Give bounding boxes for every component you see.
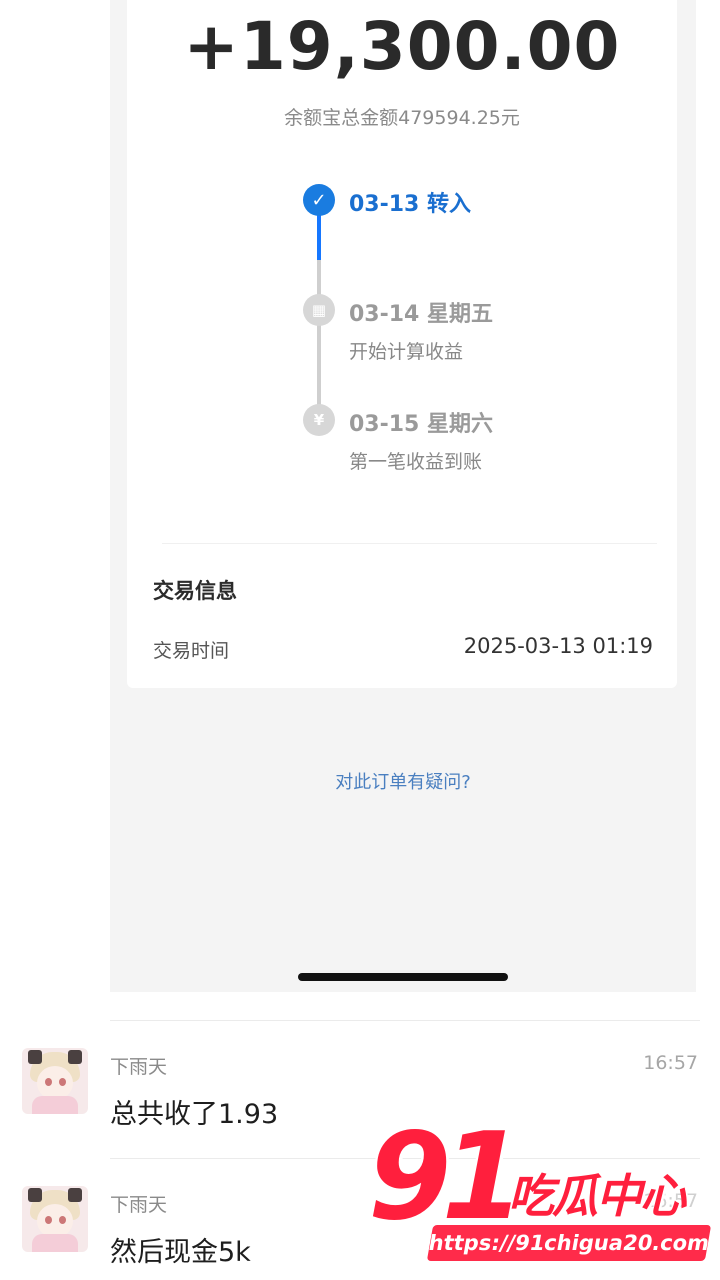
message-sender: 下雨天 bbox=[110, 1056, 168, 1078]
message-sender: 下雨天 bbox=[110, 1194, 168, 1216]
timeline-step-1-title: 03-13 转入 bbox=[349, 192, 472, 217]
timeline-line bbox=[317, 324, 321, 408]
watermark-logo-number: 91 bbox=[368, 1108, 525, 1247]
watermark-logo-text: 吃瓜中心 bbox=[508, 1169, 686, 1223]
message-text[interactable]: 总共收了1.93 bbox=[110, 1092, 278, 1131]
timeline-step-3-subtitle: 第一笔收益到账 bbox=[349, 451, 483, 473]
timeline-step-3-title: 03-15 星期六 bbox=[349, 412, 494, 437]
time-value: 2025-03-13 01:19 bbox=[463, 634, 653, 658]
progress-timeline: ✓ 03-13 转入 ▦ 03-14 星期五 开始计算收益 ¥ 03-15 星期… bbox=[127, 0, 677, 480]
time-label: 交易时间 bbox=[153, 640, 230, 662]
transaction-card: +19,300.00 余额宝总金额479594.25元 ✓ 03-13 转入 ▦… bbox=[127, 0, 677, 688]
timeline-step-2-subtitle: 开始计算收益 bbox=[349, 341, 464, 363]
yen-icon: ¥ bbox=[303, 404, 335, 436]
watermark-url: https://91chigua20.com bbox=[427, 1225, 711, 1261]
message-text[interactable]: 然后现金5k bbox=[110, 1230, 251, 1269]
order-question-link[interactable]: 对此订单有疑问? bbox=[110, 768, 696, 794]
home-indicator[interactable] bbox=[298, 973, 508, 981]
message-time: 16:57 bbox=[643, 1052, 698, 1074]
avatar[interactable] bbox=[22, 1186, 88, 1252]
calculator-icon: ▦ bbox=[303, 294, 335, 326]
check-icon: ✓ bbox=[303, 184, 335, 216]
section-title: 交易信息 bbox=[153, 579, 237, 603]
timeline-line-active bbox=[317, 214, 321, 260]
embedded-screenshot: +19,300.00 余额宝总金额479594.25元 ✓ 03-13 转入 ▦… bbox=[110, 0, 696, 992]
message-divider bbox=[110, 1020, 700, 1021]
section-divider bbox=[162, 543, 657, 544]
avatar[interactable] bbox=[22, 1048, 88, 1114]
timeline-step-2-title: 03-14 星期五 bbox=[349, 302, 494, 327]
